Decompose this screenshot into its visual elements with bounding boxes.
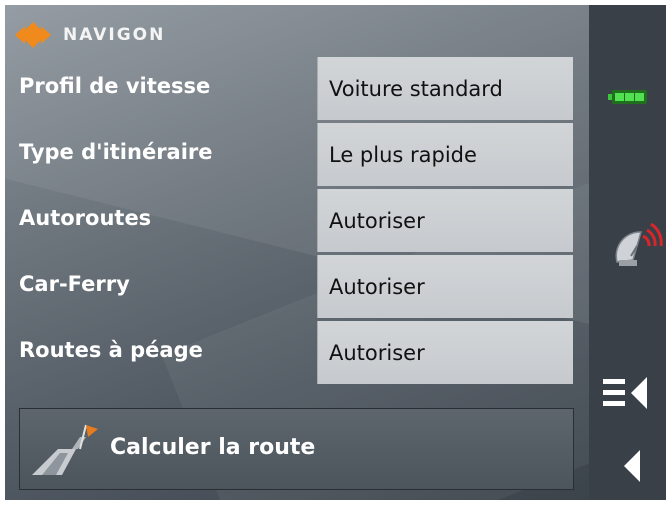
setting-value-button[interactable]: Le plus rapide [317,123,573,186]
setting-row-toll-roads[interactable]: Routes à péage Autoriser [5,320,575,385]
setting-row-motorways[interactable]: Autoroutes Autoriser [5,188,575,253]
battery-icon [608,90,647,104]
setting-row-route-type[interactable]: Type d'itinéraire Le plus rapide [5,122,575,187]
setting-value-button[interactable]: Autoriser [317,321,573,384]
setting-value-button[interactable]: Autoriser [317,255,573,318]
setting-value-button[interactable]: Voiture standard [317,57,573,120]
setting-label: Car-Ferry [19,272,130,296]
setting-row-car-ferry[interactable]: Car-Ferry Autoriser [5,254,575,319]
calculate-route-label: Calculer la route [110,435,316,460]
menu-back-icon[interactable] [601,375,651,411]
setting-label: Autoroutes [19,206,152,230]
route-flag-icon [32,424,98,475]
navigation-screen: NAVIGON Profil de vitesse Voiture standa… [0,0,671,506]
setting-label: Profil de vitesse [19,74,211,98]
back-arrow-icon[interactable] [622,448,642,484]
setting-label: Type d'itinéraire [19,140,213,164]
calculate-route-button[interactable]: Calculer la route [19,408,574,490]
navigon-logo: NAVIGON [13,20,165,50]
setting-value-button[interactable]: Autoriser [317,189,573,252]
setting-row-speed-profile[interactable]: Profil de vitesse Voiture standard [5,56,575,121]
gps-satellite-icon[interactable] [611,222,665,270]
brand-name: NAVIGON [63,25,166,45]
setting-label: Routes à péage [19,338,203,362]
navigon-arrows-icon [15,22,51,48]
